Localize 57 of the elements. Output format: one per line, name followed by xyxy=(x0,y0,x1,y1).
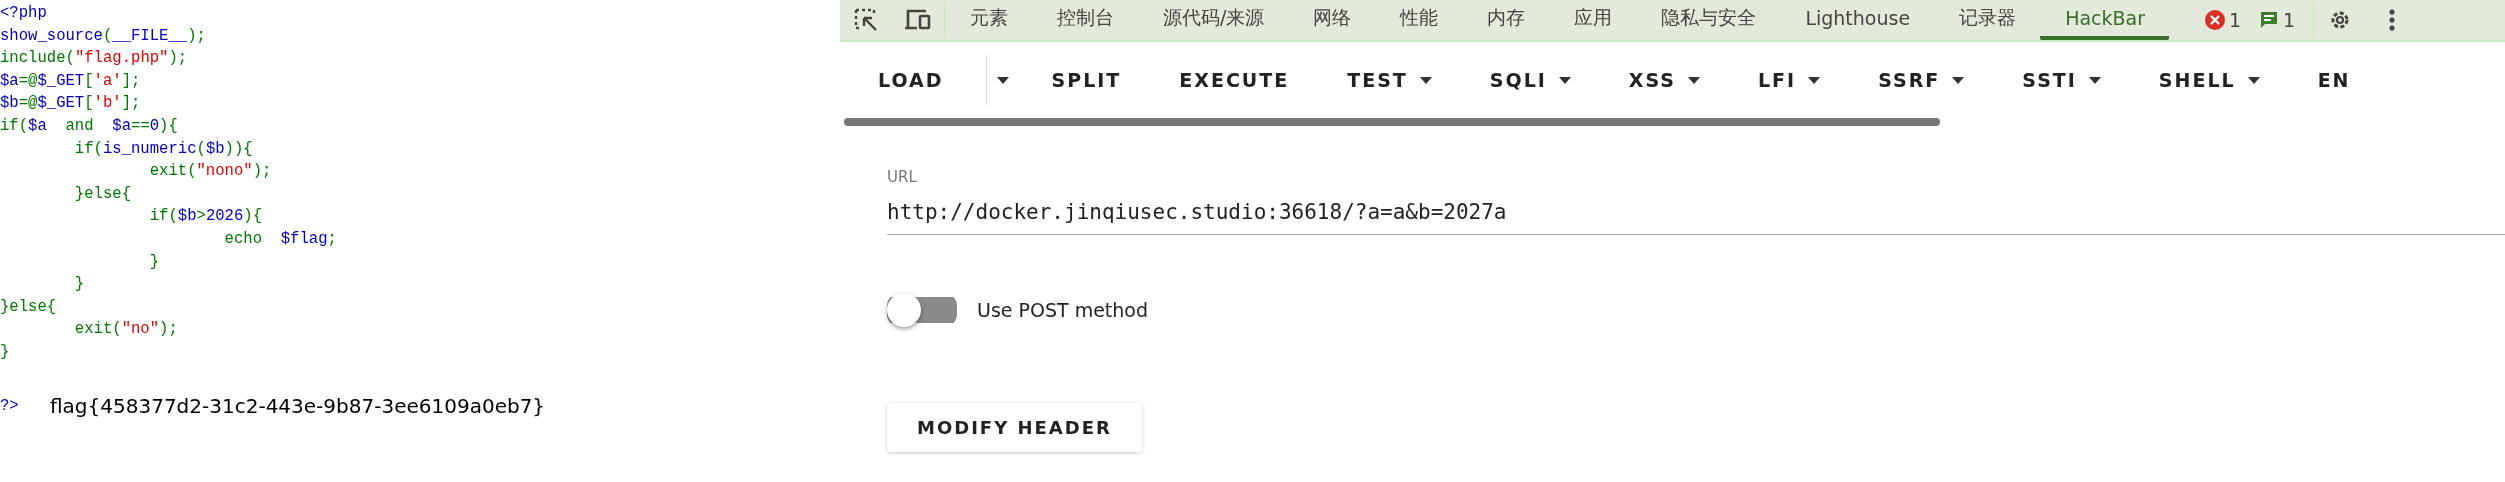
toolbar-button[interactable]: SPLIT xyxy=(1035,50,1164,110)
code-line: } xyxy=(148,251,160,273)
caret-icon xyxy=(997,76,1010,84)
message-count[interactable]: 1 xyxy=(2259,9,2296,31)
toggle-label: Use POST method xyxy=(977,299,1149,321)
caret-icon xyxy=(2247,76,2260,84)
toolbar-button[interactable]: XSS xyxy=(1612,50,1742,110)
code-line: include("flag.php"); xyxy=(0,48,188,70)
url-label: URL xyxy=(887,168,918,186)
code-line: exit("nono"); xyxy=(148,161,272,183)
devtools-tab[interactable]: 元素 xyxy=(945,0,1032,40)
code-line: } xyxy=(0,341,10,363)
code-line: if(is_numeric($b)){ xyxy=(73,138,253,160)
message-icon xyxy=(2259,10,2280,30)
devtools-tab[interactable]: 源代码/来源 xyxy=(1138,0,1289,40)
toolbar-button[interactable]: SHELL xyxy=(2142,50,2302,110)
caret-icon xyxy=(2088,76,2101,84)
devtools-tab[interactable]: 内存 xyxy=(1462,0,1550,40)
code-line: $b=@$_GET['b']; xyxy=(0,93,141,115)
url-field[interactable]: http://docker.jinqiusec.studio:36618/?a=a&b=2027a xyxy=(887,190,2505,235)
error-icon xyxy=(2205,10,2225,30)
devtools-tab[interactable]: 性能 xyxy=(1375,0,1463,40)
caret-icon xyxy=(1808,76,1821,84)
devtools-tab[interactable]: 隐私与安全 xyxy=(1636,0,1781,40)
code-line: }else{ xyxy=(0,296,57,318)
caret-icon xyxy=(1419,76,1432,84)
devtools-tab[interactable]: 记录器 xyxy=(1934,0,2041,40)
code-line: exit("no"); xyxy=(73,319,178,341)
code-line: if($b>2026){ xyxy=(148,206,263,228)
toolbar-button[interactable]: SSTI xyxy=(2006,50,2143,110)
modify-header-button[interactable]: MODIFY HEADER xyxy=(887,403,1142,452)
caret-icon xyxy=(1952,76,1965,84)
scrollbar[interactable] xyxy=(844,118,1940,126)
toolbar-button[interactable]: SSRF xyxy=(1862,50,2007,110)
caret-icon xyxy=(1558,76,1571,84)
flag-output: flag{458377d2-31c2-443e-9b87-3ee6109a0eb7} xyxy=(50,393,546,418)
code-line: echo $flag; xyxy=(223,228,337,250)
error-count[interactable]: 1 xyxy=(2205,9,2242,31)
code-line: if($a and $a==0){ xyxy=(0,115,178,137)
toolbar-button[interactable]: LFI xyxy=(1742,50,1863,110)
toolbar-button[interactable]: EN xyxy=(2301,50,2393,110)
code-line: } xyxy=(73,274,85,296)
devtools-tab[interactable]: 应用 xyxy=(1549,0,1637,40)
devtools-tab[interactable]: 网络 xyxy=(1288,0,1376,40)
code-line: $a=@$_GET['a']; xyxy=(0,70,141,92)
code-line: <?php xyxy=(0,3,47,24)
toolbar-button[interactable]: SQLI xyxy=(1473,50,1613,110)
code-line: }else{ xyxy=(73,183,131,205)
toolbar-button[interactable]: LOAD xyxy=(862,50,986,110)
code-line: show_source(__FILE__); xyxy=(0,25,206,47)
devtools-tab[interactable]: Lighthouse xyxy=(1780,0,1935,40)
devtools-tab[interactable]: HackBar xyxy=(2040,0,2169,40)
toolbar-button[interactable]: EXECUTE xyxy=(1163,50,1332,110)
toolbar-button[interactable]: TEST xyxy=(1331,50,1474,110)
caret-icon xyxy=(1688,76,1700,84)
devtools-tab[interactable]: 控制台 xyxy=(1032,0,1138,40)
php-closing-tag: ?> xyxy=(0,396,50,415)
